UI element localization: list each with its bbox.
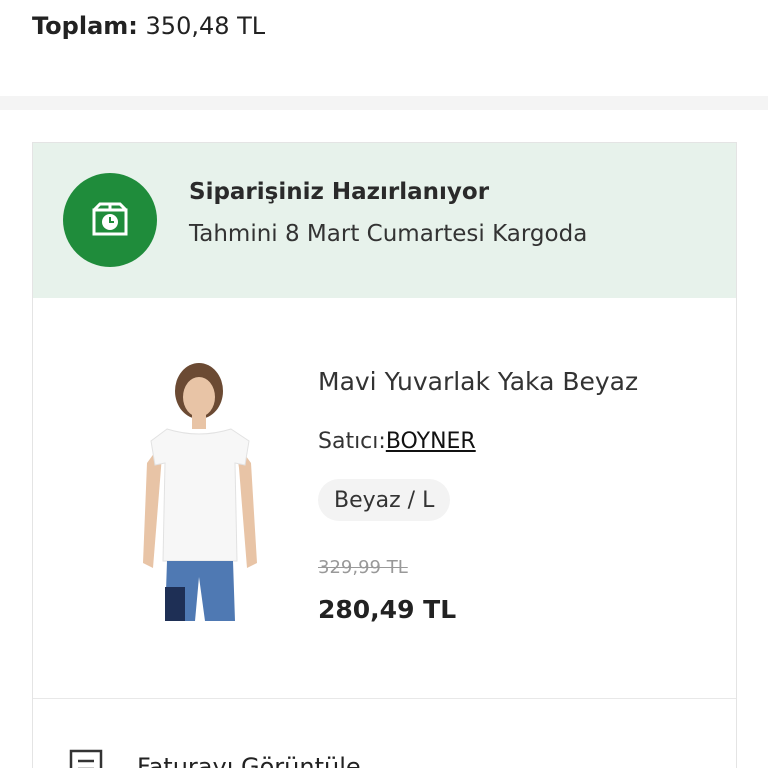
package-clock-icon [63,173,157,267]
seller-link[interactable]: BOYNER [386,429,476,454]
product-image[interactable] [133,363,263,623]
order-status-banner: Siparişiniz Hazırlanıyor Tahmini 8 Mart … [33,143,736,298]
order-card: Siparişiniz Hazırlanıyor Tahmini 8 Mart … [32,142,737,768]
variant-badge: Beyaz / L [318,479,451,521]
document-icon[interactable] [69,749,103,768]
product-title[interactable]: Mavi Yuvarlak Yaka Beyaz [318,367,638,396]
seller-label: Satıcı: [318,429,386,454]
total-label: Toplam: [32,12,138,40]
card-divider [33,698,736,699]
total-value: 350,48 TL [145,12,266,40]
order-total: Toplam: 350,48 TL [32,12,265,40]
old-price: 329,99 TL [318,557,408,578]
section-divider [0,96,768,110]
seller-info: Satıcı:BOYNER [318,429,476,454]
current-price: 280,49 TL [318,595,457,624]
status-title: Siparişiniz Hazırlanıyor [189,179,490,205]
status-estimate: Tahmini 8 Mart Cumartesi Kargoda [189,221,588,247]
view-invoice-link[interactable]: Faturayı Görüntüle [137,753,361,768]
